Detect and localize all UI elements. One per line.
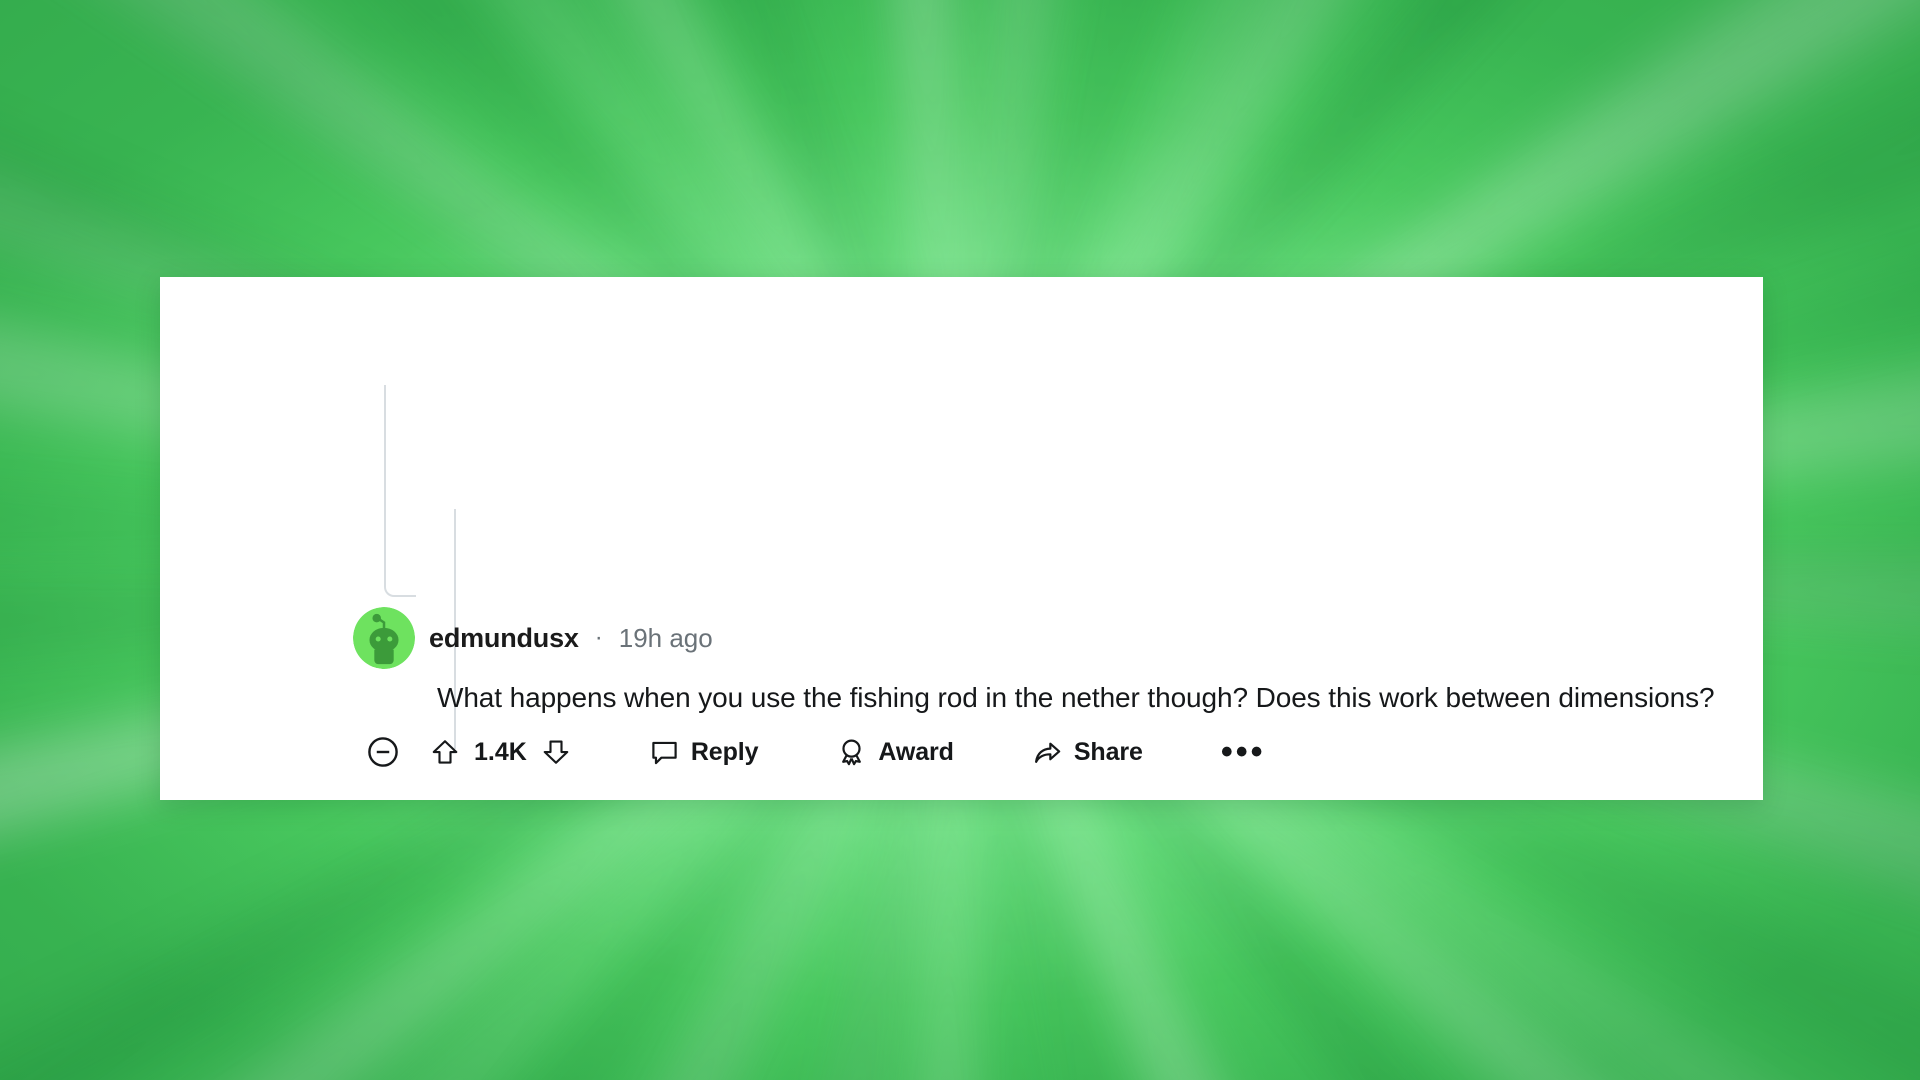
award-medal-icon — [842, 739, 862, 765]
comment-header-top: edmundusx · 19h ago — [353, 607, 713, 669]
minus-circle-icon — [368, 737, 398, 767]
vote-count: 1.4K — [474, 737, 527, 766]
thread-elbow — [384, 565, 416, 597]
share-button[interactable]: Share — [1032, 737, 1143, 768]
downvote-button[interactable] — [541, 737, 571, 767]
award-label: Award — [878, 737, 954, 766]
share-label: Share — [1073, 737, 1143, 766]
reply-button[interactable]: Reply — [649, 737, 759, 768]
reply-label: Reply — [690, 737, 759, 766]
comment-username[interactable]: edmundusx — [429, 623, 579, 654]
vote-group: 1.4K — [430, 737, 571, 767]
thread-line-top[interactable] — [384, 385, 386, 565]
comment-timestamp: 19h ago — [618, 622, 713, 653]
award-button[interactable]: Award — [836, 737, 954, 768]
comment-action-bar: 1.4K Reply Award Share ••• — [366, 735, 1266, 769]
more-options-button[interactable]: ••• — [1221, 735, 1266, 769]
comment-bubble-icon — [652, 741, 677, 764]
share-arrow-icon — [1034, 742, 1061, 763]
avatar[interactable] — [353, 607, 415, 669]
screenshot-root: edmundusx · 19h ago What happens when yo… — [0, 0, 1920, 1080]
comment-body: What happens when you use the fishing ro… — [437, 682, 1715, 713]
upvote-button[interactable] — [430, 737, 460, 767]
downvote-arrow-icon — [543, 740, 569, 764]
upvote-arrow-icon — [432, 740, 458, 764]
collapse-button[interactable] — [366, 735, 400, 769]
meta-separator: · — [594, 624, 603, 651]
comment-card: edmundusx · 19h ago What happens when yo… — [160, 277, 1763, 800]
